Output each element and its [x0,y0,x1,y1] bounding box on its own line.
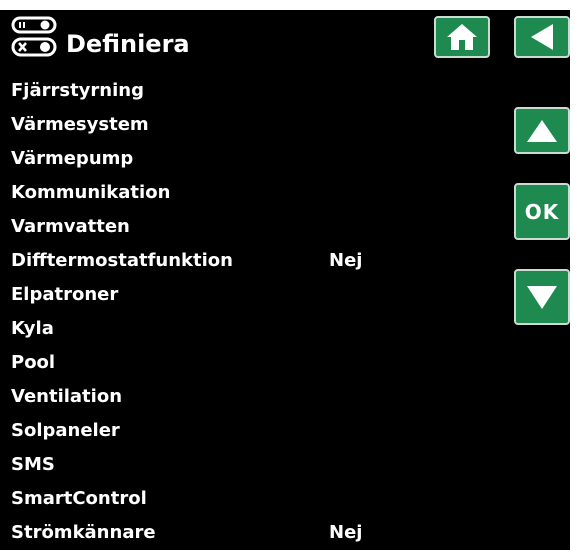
home-icon [447,24,477,50]
menu-item-label: Elpatroner [11,284,119,305]
back-arrow-icon [531,24,553,50]
menu-item-label: SmartControl [11,488,147,509]
menu-item-label: Värmesystem [11,114,149,135]
back-button[interactable] [514,16,570,58]
menu-item-label: Kyla [11,318,54,339]
menu-item-ventilation[interactable]: Ventilation [11,382,501,412]
menu-item-value: Nej [329,250,363,271]
menu-item-varmepump[interactable]: Värmepump [11,144,501,174]
menu-item-label: Difftermostatfunktion [11,250,233,271]
menu-item-difftermostatfunktion[interactable]: Difftermostatfunktion Nej [11,246,501,276]
menu-item-label: Kommunikation [11,182,171,203]
scroll-up-button[interactable] [514,107,570,154]
menu-item-sms[interactable]: SMS [11,450,501,480]
menu-item-pool[interactable]: Pool [11,348,501,378]
menu-item-solpaneler[interactable]: Solpaneler [11,416,501,446]
arrow-down-icon [527,286,557,309]
menu-item-kommunikation[interactable]: Kommunikation [11,178,501,208]
menu-item-label: Värmepump [11,148,134,169]
menu-item-value: Nej [329,522,363,543]
ok-button[interactable]: OK [514,183,570,240]
menu-item-fjarrstyrning[interactable]: Fjärrstyrning [11,76,501,106]
home-button[interactable] [434,16,490,58]
menu-item-label: Pool [11,352,56,373]
menu-item-label: Solpaneler [11,420,120,441]
menu-item-label: Ventilation [11,386,123,407]
menu-item-elpatroner[interactable]: Elpatroner [11,280,501,310]
menu-item-varmesystem[interactable]: Värmesystem [11,110,501,140]
screen: Definiera OK Fjärrstyrning Värmesystem V… [0,10,570,550]
page-title: Definiera [66,30,190,58]
menu-item-smartcontrol[interactable]: SmartControl [11,484,501,514]
menu-item-label: SMS [11,454,55,475]
arrow-up-icon [527,119,557,142]
menu-item-kyla[interactable]: Kyla [11,314,501,344]
ok-label: OK [524,199,560,224]
menu-item-stromkannare[interactable]: Strömkännare Nej [11,518,501,548]
menu-item-varmvatten[interactable]: Varmvatten [11,212,501,242]
menu-item-label: Strömkännare [11,522,156,543]
menu-item-label: Varmvatten [11,216,130,237]
settings-toggles-icon [11,16,57,57]
menu-item-label: Fjärrstyrning [11,80,144,101]
scroll-down-button[interactable] [514,269,570,325]
